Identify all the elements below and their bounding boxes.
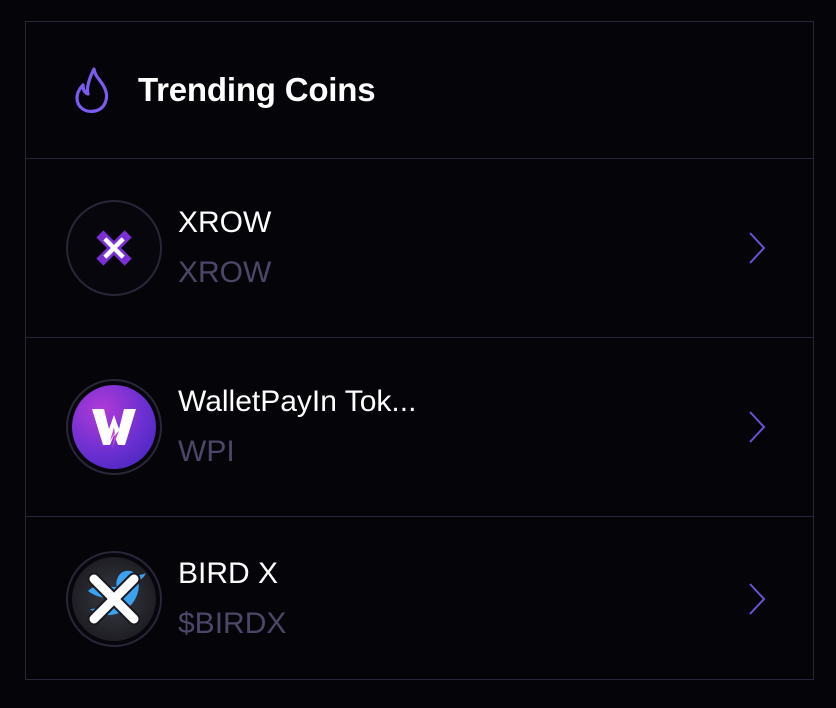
avatar [66,550,162,647]
walletpayin-logo-icon [72,385,156,469]
chevron-right-icon [745,407,769,447]
coin-row-wpi[interactable]: WalletPayIn Tok... WPI [26,338,813,517]
trending-coins-panel: Trending Coins XROW XROW WalletPayIn Tok… [25,21,814,680]
coin-row-xrow[interactable]: XROW XROW [26,159,813,338]
chevron-right-icon [745,579,769,619]
coin-symbol: $BIRDX [178,606,287,640]
coin-row-birdx[interactable]: BIRD X $BIRDX [26,517,813,680]
panel-header: Trending Coins [26,22,813,159]
xrow-logo-icon [72,206,156,290]
coin-name: WalletPayIn Tok... [178,385,417,418]
page-title: Trending Coins [138,71,376,108]
birdx-logo-icon [72,556,156,641]
chevron-right-icon [745,228,769,268]
coin-name: BIRD X [178,556,279,590]
coin-symbol: WPI [178,435,235,468]
coin-symbol: XROW [178,256,272,289]
avatar [66,200,162,296]
flame-icon [68,65,114,115]
avatar [66,379,162,475]
coin-name: XROW [178,206,272,239]
